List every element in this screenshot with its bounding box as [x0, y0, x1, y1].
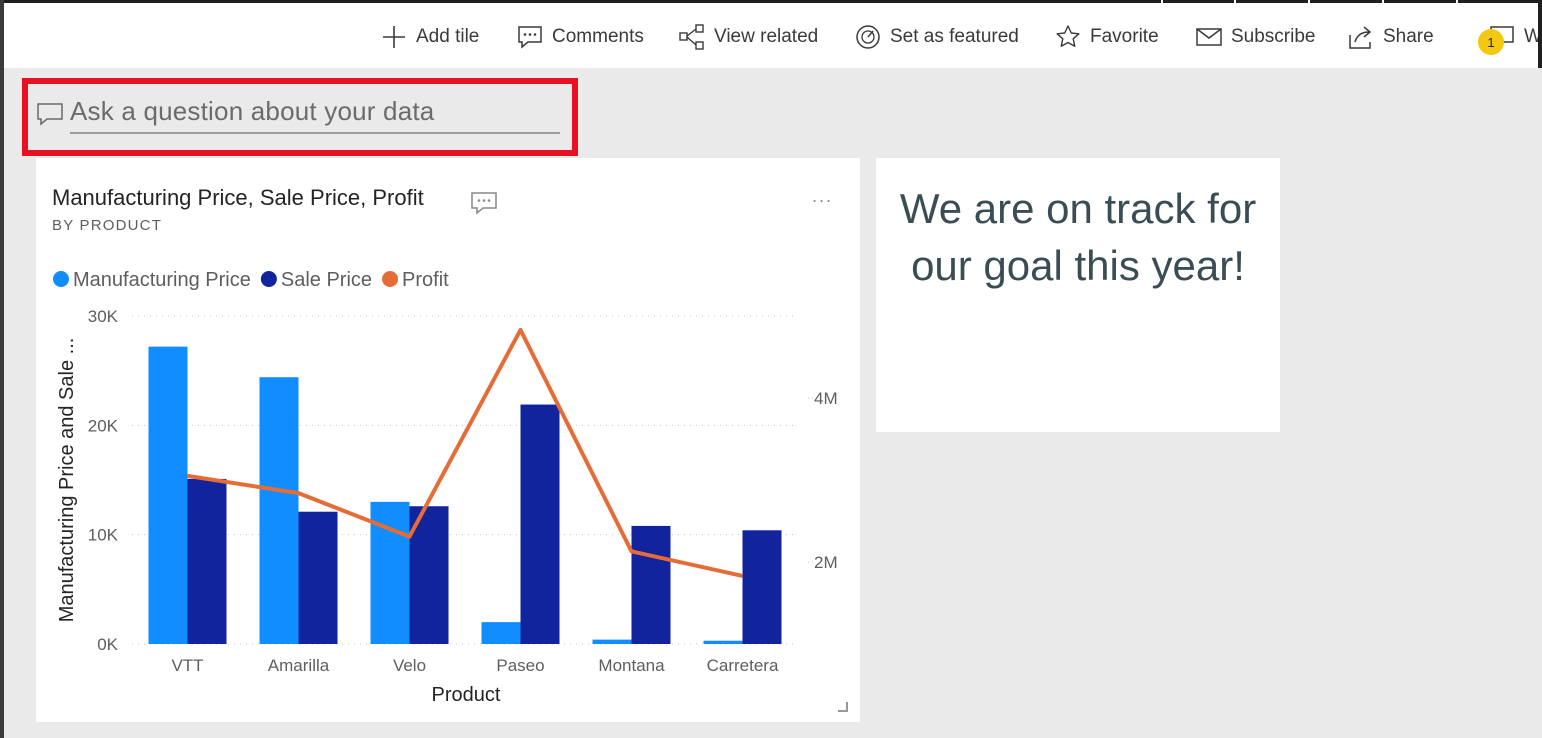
comment-icon — [518, 26, 542, 49]
gauge-icon — [856, 25, 880, 49]
add-tile-label: Add tile — [416, 26, 480, 47]
set-as-featured-label: Set as featured — [890, 26, 1019, 47]
bar — [259, 377, 299, 644]
x-tick-label: Amarilla — [268, 656, 330, 675]
set-as-featured-button[interactable]: Set as featured — [854, 23, 1019, 51]
x-tick-label: Montana — [598, 656, 665, 675]
bar — [298, 511, 338, 644]
notification-badge: 1 — [1478, 29, 1504, 55]
text-tile-message: We are on track for our goal this year! — [876, 180, 1280, 294]
view-related-button[interactable]: View related — [678, 23, 818, 51]
combo-chart: Manufacturing Price Sale Price Profit 0K 10K… — [53, 269, 838, 706]
legend-label: Sale Price — [281, 269, 372, 291]
legend-marker — [260, 271, 277, 287]
y-tick-label: 20K — [88, 416, 119, 435]
comments-button[interactable]: Comments — [516, 23, 644, 51]
bar — [592, 639, 632, 644]
mail-icon — [1196, 28, 1222, 46]
text-tile[interactable]: We are on track for our goal this year! — [876, 158, 1280, 432]
x-axis-title: Product — [432, 684, 501, 706]
dashboard-toolbar: Add tile Comments View related Set as fe… — [4, 3, 1542, 68]
chart-tile[interactable]: Manufacturing Price, Sale Price, Profit … — [36, 158, 860, 722]
bar — [148, 346, 188, 644]
left-edge — [0, 0, 4, 738]
bar — [481, 622, 521, 644]
bar — [187, 478, 227, 644]
x-tick-label: Velo — [393, 656, 426, 675]
x-tick-label: Carretera — [707, 656, 779, 675]
y-axis-title: Manufacturing Price and Sale ... — [56, 338, 78, 623]
comments-label: Comments — [552, 26, 644, 47]
plus-icon — [383, 26, 405, 48]
legend-label: Manufacturing Price — [73, 269, 251, 291]
text-tile-line-1: We are on track for — [899, 185, 1257, 232]
view-related-label: View related — [714, 26, 819, 47]
bar — [631, 525, 671, 644]
y-tick-label: 30K — [88, 307, 119, 326]
share-icon — [1349, 26, 1372, 49]
legend-marker — [382, 271, 399, 287]
star-icon — [1056, 25, 1080, 47]
share-button[interactable]: Share — [1347, 23, 1434, 51]
qa-highlight-box — [22, 78, 578, 156]
y2-tick-label: 2M — [814, 553, 838, 572]
bar — [703, 640, 743, 644]
x-tick-label: Paseo — [496, 656, 544, 675]
share-label: Share — [1383, 26, 1434, 47]
bar — [520, 404, 560, 644]
favorite-button[interactable]: Favorite — [1054, 23, 1159, 51]
subscribe-button[interactable]: Subscribe — [1195, 23, 1316, 51]
favorite-label: Favorite — [1090, 26, 1159, 47]
y-tick-label: 0K — [97, 635, 118, 654]
y2-tick-label: 4M — [814, 389, 838, 408]
legend-label: Profit — [402, 269, 449, 291]
related-icon — [679, 24, 704, 50]
bar — [742, 530, 782, 644]
right-edge — [1538, 0, 1542, 68]
text-tile-line-2: our goal this year! — [911, 242, 1245, 289]
resize-handle-icon[interactable] — [838, 702, 848, 712]
subscribe-label: Subscribe — [1231, 26, 1316, 47]
add-tile-button[interactable]: Add tile — [380, 23, 479, 51]
x-tick-label: VTT — [171, 656, 203, 675]
y-tick-label: 10K — [88, 526, 119, 545]
legend-marker — [53, 271, 69, 287]
